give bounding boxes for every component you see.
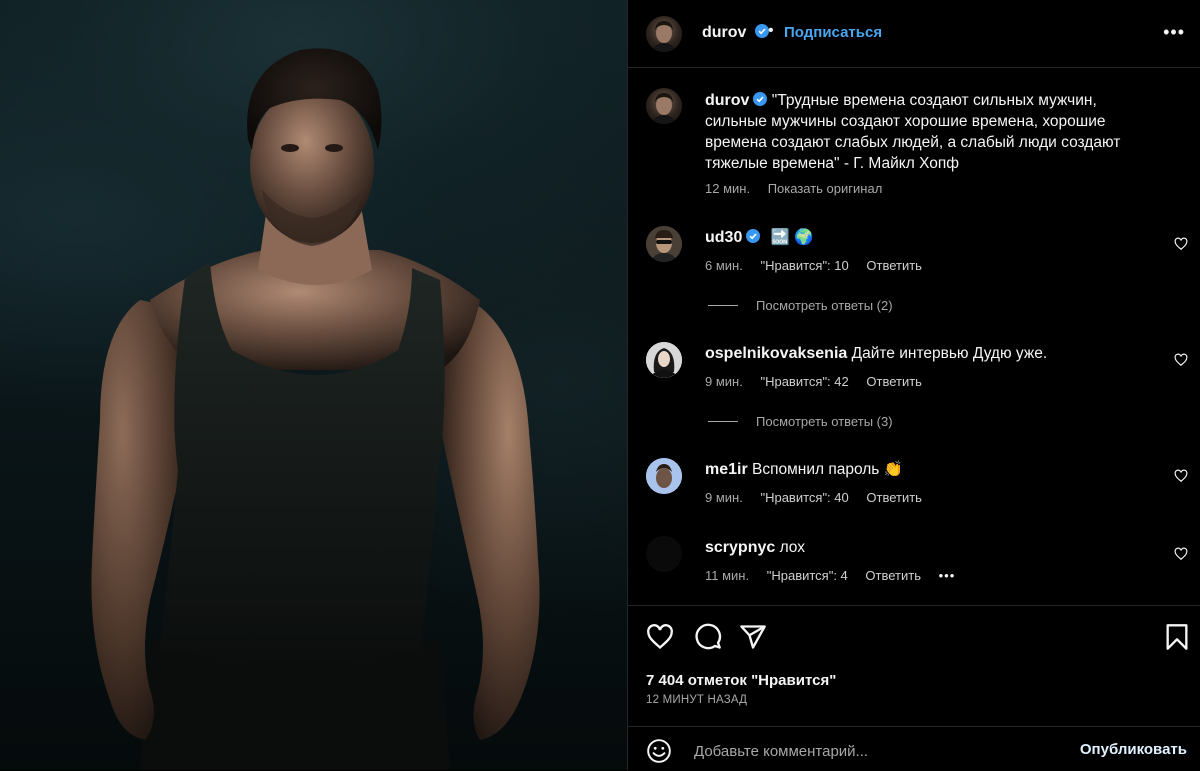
- comment-more-button[interactable]: •••: [939, 568, 956, 583]
- comment-username[interactable]: me1ir: [705, 461, 748, 478]
- caption-time[interactable]: 12 мин.: [705, 181, 750, 196]
- verified-icon: [754, 24, 769, 38]
- post-actions: 7 404 отметок "Нравится" 12 МИНУТ НАЗАД …: [628, 605, 1200, 770]
- post-panel: durov • Подписаться ••• durov "Трудные в…: [627, 0, 1200, 770]
- caption-avatar-image: [652, 93, 676, 124]
- comment-icon[interactable]: [694, 623, 722, 651]
- comment-avatar[interactable]: [646, 226, 682, 262]
- emoji-icon[interactable]: [646, 738, 672, 764]
- comment-avatar[interactable]: [646, 342, 682, 378]
- comment-username[interactable]: ud30: [705, 229, 742, 246]
- publish-button[interactable]: Опубликовать: [1080, 741, 1187, 758]
- reply-button[interactable]: Ответить: [865, 568, 921, 583]
- comment-item: me1ir Вспомнил пароль 👏 9 мин. "Нравится…: [628, 458, 1200, 518]
- share-icon[interactable]: [739, 623, 767, 651]
- view-replies-label: Посмотреть ответы (2): [756, 298, 893, 313]
- caption-username[interactable]: durov: [705, 92, 749, 109]
- comment-likes[interactable]: "Нравится": 4: [767, 568, 848, 583]
- comment-username[interactable]: scrypnyc: [705, 539, 775, 556]
- replies-line: [708, 421, 738, 422]
- comment-meta: 11 мин. "Нравится": 4 Ответить •••: [705, 568, 969, 583]
- comment-time[interactable]: 9 мин.: [705, 490, 743, 505]
- comment-likes[interactable]: "Нравится": 10: [760, 258, 848, 273]
- show-original-button[interactable]: Показать оригинал: [768, 181, 883, 196]
- author-avatar-image: [652, 21, 676, 52]
- caption-text-block: durov "Трудные времена создают сильных м…: [705, 90, 1155, 174]
- replies-line: [708, 305, 738, 306]
- comment-likes[interactable]: "Нравится": 42: [760, 374, 848, 389]
- comment-text: Вспомнил пароль 👏: [752, 461, 903, 478]
- post-caption: durov "Трудные времена создают сильных м…: [628, 88, 1200, 208]
- follow-button[interactable]: Подписаться: [784, 24, 882, 41]
- comment-meta: 9 мин. "Нравится": 40 Ответить: [705, 490, 936, 505]
- comment-input[interactable]: [692, 737, 1076, 765]
- author-avatar[interactable]: [646, 16, 682, 52]
- comment-text-block: ospelnikovaksenia Дайте интервью Дудю уж…: [705, 343, 1155, 364]
- reply-button[interactable]: Ответить: [866, 490, 922, 505]
- bookmark-icon[interactable]: [1163, 623, 1191, 651]
- post-options-button[interactable]: •••: [1163, 22, 1185, 43]
- comment-time[interactable]: 6 мин.: [705, 258, 743, 273]
- comment-avatar-image: [646, 342, 682, 378]
- comment-item: ud30 🔜 🌍 6 мин. "Нравится": 10 Ответить …: [628, 226, 1200, 326]
- view-replies-button[interactable]: Посмотреть ответы (3): [708, 414, 893, 429]
- reply-button[interactable]: Ответить: [866, 374, 922, 389]
- comment-like-heart-icon[interactable]: [1174, 469, 1188, 483]
- header-separator: •: [768, 22, 774, 39]
- comment-text-block: ud30 🔜 🌍: [705, 227, 1145, 248]
- comment-text-block: me1ir Вспомнил пароль 👏: [705, 459, 1155, 480]
- caption-text: "Трудные времена создают сильных мужчин,…: [705, 92, 1121, 172]
- comment-item: scrypnyc лох 11 мин. "Нравится": 4 Ответ…: [628, 536, 1200, 596]
- caption-avatar[interactable]: [646, 88, 682, 124]
- comment-avatar[interactable]: [646, 458, 682, 494]
- comment-item: ospelnikovaksenia Дайте интервью Дудю уж…: [628, 342, 1200, 442]
- verified-icon: [753, 92, 768, 106]
- comment-avatar-image: [646, 536, 682, 572]
- reply-button[interactable]: Ответить: [866, 258, 922, 273]
- comment-meta: 6 мин. "Нравится": 10 Ответить: [705, 258, 936, 273]
- comment-text-block: scrypnyc лох: [705, 537, 1155, 558]
- comment-avatar-image: [646, 226, 682, 262]
- comment-text: 🔜 🌍: [770, 229, 814, 246]
- heart-icon[interactable]: [646, 623, 674, 651]
- comment-like-heart-icon[interactable]: [1174, 353, 1188, 367]
- posted-time[interactable]: 12 МИНУТ НАЗАД: [646, 694, 747, 706]
- view-replies-label: Посмотреть ответы (3): [756, 414, 893, 429]
- comment-like-heart-icon[interactable]: [1174, 237, 1188, 251]
- comment-username[interactable]: ospelnikovaksenia: [705, 345, 847, 362]
- caption-meta: 12 мин. Показать оригинал: [705, 181, 896, 196]
- author-name-group: durov: [702, 24, 769, 42]
- add-comment-bar: Опубликовать: [628, 726, 1200, 771]
- post-photo[interactable]: [0, 0, 627, 770]
- comment-meta: 9 мин. "Нравится": 42 Ответить: [705, 374, 936, 389]
- verified-icon: [746, 229, 761, 243]
- comment-time[interactable]: 9 мин.: [705, 374, 743, 389]
- comment-text: Дайте интервью Дудю уже.: [851, 345, 1048, 362]
- comment-avatar[interactable]: [646, 536, 682, 572]
- post-header: durov • Подписаться •••: [628, 0, 1200, 68]
- view-replies-button[interactable]: Посмотреть ответы (2): [708, 298, 893, 313]
- likes-count[interactable]: 7 404 отметок "Нравится": [646, 672, 836, 689]
- comment-like-heart-icon[interactable]: [1174, 547, 1188, 561]
- comment-text: лох: [779, 539, 805, 556]
- author-username[interactable]: durov: [702, 24, 746, 41]
- comment-avatar-image: [646, 458, 682, 494]
- comment-time[interactable]: 11 мин.: [705, 568, 749, 583]
- comment-likes[interactable]: "Нравится": 40: [760, 490, 848, 505]
- photo-figure: [91, 48, 540, 770]
